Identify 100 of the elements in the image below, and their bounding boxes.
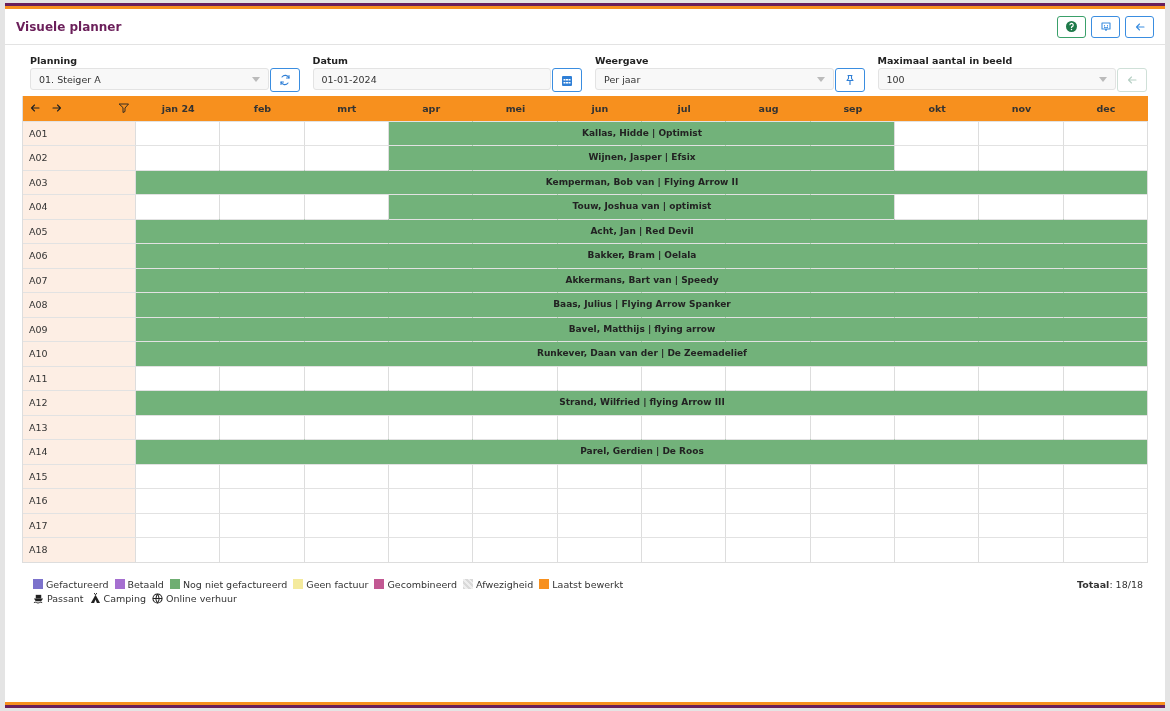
berth-label: A16	[23, 488, 136, 513]
booked-cell[interactable]	[136, 243, 221, 268]
legend-label: Betaald	[127, 578, 164, 590]
month-header: jul	[642, 96, 727, 121]
legend-label: Passant	[47, 592, 84, 604]
caret-icon	[816, 76, 825, 82]
pin-button[interactable]	[834, 68, 865, 92]
berth-label: A11	[23, 365, 136, 390]
refresh-icon	[278, 74, 291, 86]
booked-cell[interactable]	[810, 194, 895, 219]
booked-cell[interactable]	[136, 439, 221, 464]
field-label: Maximaal aantal in beeld	[877, 55, 1014, 66]
booking-label: Kemperman, Bob van | Flying Arrow II	[545, 176, 739, 187]
booked-cell[interactable]	[1063, 390, 1148, 415]
legend-label: Gefactureerd	[46, 578, 109, 590]
select-field[interactable]: 01. Steiger A	[30, 68, 269, 90]
month-header: mrt	[304, 96, 389, 121]
next-arrow-icon[interactable]	[51, 102, 63, 115]
field-label: Weergave	[595, 55, 650, 66]
chat-icon	[1099, 20, 1112, 33]
booked-cell[interactable]	[1063, 292, 1148, 317]
booking-label: Touw, Joshua van | optimist	[572, 201, 712, 212]
berth-label: A12	[23, 390, 136, 415]
legend-label: Geen factuur	[306, 578, 369, 590]
booking-label: Bakker, Bram | Oelala	[587, 250, 697, 261]
date-field[interactable]: 01-01-2024	[312, 68, 551, 90]
berth-label: A17	[23, 512, 136, 537]
booked-cell[interactable]	[136, 267, 221, 292]
berth-label: A09	[23, 316, 136, 341]
month-header: jan 24	[136, 96, 221, 121]
legend-label: Online verhuur	[166, 592, 237, 604]
tent-icon	[89, 592, 101, 604]
booking-label: Acht, Jan | Red Devil	[590, 225, 694, 236]
berth-label: A14	[23, 439, 136, 464]
booked-cell[interactable]	[136, 218, 221, 243]
berth-label: A13	[23, 414, 136, 439]
berth-label: A15	[23, 463, 136, 488]
booking-label: Bavel, Matthijs | flying arrow	[568, 323, 716, 334]
month-header: dec	[1063, 96, 1148, 121]
page-title: Visuele planner	[16, 19, 122, 34]
booking-label: Baas, Julius | Flying Arrow Spanker	[553, 299, 731, 310]
booked-cell[interactable]	[389, 194, 474, 219]
back-icon	[1126, 74, 1138, 86]
month-header: sep	[810, 96, 895, 121]
booking-label: Akkermans, Bart van | Speedy	[565, 274, 719, 285]
month-header: okt	[895, 96, 980, 121]
booking-label: Parel, Gerdien | De Roos	[580, 446, 704, 457]
chat-button[interactable]	[1091, 15, 1120, 38]
month-header: nov	[979, 96, 1064, 121]
caret-icon	[1099, 76, 1107, 82]
month-header: aug	[726, 96, 811, 121]
berth-label: A18	[23, 537, 136, 562]
select-field[interactable]: 100	[877, 68, 1116, 90]
berth-label: A03	[23, 169, 136, 194]
legend-label: Gecombineerd	[387, 578, 458, 590]
boat-icon	[33, 592, 44, 604]
booked-cell[interactable]	[136, 169, 221, 194]
booked-cell[interactable]	[389, 120, 474, 145]
calendar-button[interactable]	[552, 68, 582, 92]
refresh-button[interactable]	[269, 68, 300, 92]
total-count: Totaal: 18/18	[1077, 578, 1143, 592]
back-button[interactable]	[1125, 15, 1154, 38]
booking-label: Kallas, Hidde | Optimist	[582, 127, 702, 138]
field-label: Planning	[30, 55, 78, 66]
booked-cell[interactable]	[136, 341, 221, 366]
booked-cell[interactable]	[389, 145, 474, 170]
booking-label: Strand, Wilfried | flying Arrow III	[559, 397, 725, 408]
month-header: mei	[473, 96, 558, 121]
booked-cell[interactable]	[136, 316, 221, 341]
booked-cell[interactable]	[1063, 439, 1148, 464]
back-icon	[1133, 20, 1146, 33]
berth-label: A06	[23, 243, 136, 268]
berth-label: A07	[23, 267, 136, 292]
booked-cell[interactable]	[136, 292, 221, 317]
booking-label: Runkever, Daan van der | De Zeemadelief	[536, 348, 747, 359]
berth-label: A08	[23, 292, 136, 317]
month-header: feb	[220, 96, 305, 121]
booking-label: Wijnen, Jasper | Efsix	[588, 152, 696, 163]
berth-label: A05	[23, 218, 136, 243]
booked-cell[interactable]	[1063, 341, 1148, 366]
berth-label: A01	[23, 120, 136, 145]
filter-icon[interactable]	[118, 102, 130, 115]
previous-arrow-icon[interactable]	[29, 102, 41, 115]
booked-cell[interactable]	[810, 145, 895, 170]
help-button[interactable]	[1057, 15, 1086, 38]
pin-icon	[843, 74, 856, 86]
legend-label: Nog niet gefactureerd	[182, 578, 288, 590]
berth-label: A04	[23, 194, 136, 219]
legend-label: Laatst bewerkt	[552, 578, 624, 590]
caret-icon	[251, 76, 260, 82]
booked-cell[interactable]	[136, 390, 221, 415]
berth-label: A10	[23, 341, 136, 366]
field-label: Datum	[312, 55, 349, 66]
berth-label: A02	[23, 145, 136, 170]
booked-cell[interactable]	[1063, 243, 1148, 268]
month-header: apr	[389, 96, 474, 121]
globe-icon	[152, 592, 164, 604]
calendar-icon	[562, 74, 572, 86]
legend-label: Afwezigheid	[476, 578, 534, 590]
select-field[interactable]: Per jaar	[595, 68, 834, 90]
